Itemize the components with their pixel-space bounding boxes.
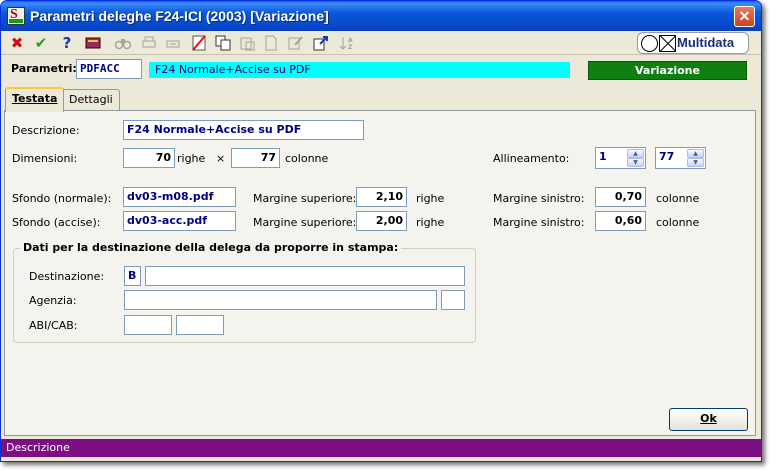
colonne-label: colonne (656, 216, 700, 229)
logo-text: Multidata (677, 35, 735, 50)
margine-superiore-label: Margine superiore: (253, 216, 357, 229)
margine-superiore-label: Margine superiore: (253, 192, 357, 205)
binoculars-icon[interactable] (113, 33, 133, 53)
tab-dettagli[interactable]: Dettagli (62, 89, 120, 111)
parametri-description: F24 Normale+Accise su PDF (149, 62, 570, 78)
allineamento-spinner-2[interactable]: 77 ▲ ▼ (655, 147, 706, 169)
margine-superiore-accise-field[interactable]: 2,00 (356, 211, 407, 231)
abicab-label: ABI/CAB: (29, 319, 78, 332)
copy-icon[interactable] (213, 33, 233, 53)
allineamento-1-value: 1 (599, 150, 607, 163)
export-icon[interactable] (311, 33, 331, 53)
tab-testata[interactable]: Testata (5, 87, 65, 112)
abi-field[interactable] (124, 315, 172, 335)
ok-button[interactable]: Ok (669, 408, 748, 431)
allineamento-spinner-1[interactable]: 1 ▲ ▼ (595, 147, 646, 169)
destinazione-code-field[interactable]: B (124, 266, 141, 286)
print-icon[interactable] (139, 33, 159, 53)
title-bar: S Parametri deleghe F24-ICI (2003) [Vari… (1, 1, 761, 31)
righe-field[interactable]: 70 (123, 148, 175, 168)
spin-up-icon[interactable]: ▲ (627, 149, 644, 158)
spin-up-icon[interactable]: ▲ (687, 149, 704, 158)
delete-icon[interactable] (189, 33, 209, 53)
status-bar: Descrizione (1, 439, 761, 457)
colonne-unit: colonne (285, 152, 329, 165)
righe-label: righe (416, 216, 445, 229)
ok-button-label: Ok (700, 412, 717, 425)
close-button[interactable]: ✕ (734, 6, 755, 27)
descrizione-field[interactable]: F24 Normale+Accise su PDF (123, 120, 364, 140)
destinazione-group-title: Dati per la destinazione della delega da… (20, 241, 402, 254)
multidata-logo: Multidata (637, 32, 749, 54)
help-icon[interactable]: ? (57, 33, 77, 53)
tab-dettagli-label: Dettagli (69, 93, 113, 106)
spin-down-icon[interactable]: ▼ (687, 158, 704, 167)
allineamento-2-value: 77 (659, 150, 675, 163)
main-window: S Parametri deleghe F24-ICI (2003) [Vari… (0, 0, 762, 462)
svg-text:Z: Z (348, 44, 353, 51)
colonne-label: colonne (656, 192, 700, 205)
sfondo-normale-field[interactable]: dv03-m08.pdf (123, 187, 236, 207)
crossed-box-icon (659, 35, 676, 52)
parameters-row: Parametri: PDFACC F24 Normale+Accise su … (1, 57, 761, 83)
paste-icon[interactable] (237, 33, 257, 53)
sfondo-accise-label: Sfondo (accise): (12, 216, 101, 229)
cancel-icon[interactable]: ✖ (7, 33, 27, 53)
parametri-code-field[interactable]: PDFACC (76, 59, 142, 79)
margine-sinistro-accise-field[interactable]: 0,60 (595, 211, 646, 231)
sfondo-accise-field[interactable]: dv03-acc.pdf (123, 211, 236, 231)
spin-down-icon[interactable]: ▼ (627, 158, 644, 167)
times-sign: × (216, 152, 226, 165)
righe-unit: righe (177, 152, 206, 165)
new-document-icon[interactable] (261, 33, 281, 53)
confirm-icon[interactable]: ✔ (31, 33, 51, 53)
margine-sinistro-label: Margine sinistro: (493, 192, 585, 205)
destinazione-field[interactable] (145, 266, 465, 286)
tab-testata-label: Testata (12, 92, 58, 105)
testata-panel: Descrizione: F24 Normale+Accise su PDF D… (4, 110, 756, 436)
cab-field[interactable] (176, 315, 224, 335)
print-preview-icon[interactable] (163, 33, 183, 53)
circle-icon (641, 35, 658, 52)
edit-icon[interactable] (285, 33, 305, 53)
toolbar: ✖ ✔ ? AZ Multidata (1, 31, 761, 55)
margine-sinistro-normale-field[interactable]: 0,70 (595, 187, 646, 207)
margine-sinistro-label: Margine sinistro: (493, 216, 585, 229)
mode-status-badge: Variazione (588, 61, 747, 80)
svg-text:A: A (348, 37, 353, 44)
dimensioni-label: Dimensioni: (12, 152, 78, 165)
book-icon[interactable] (83, 33, 103, 53)
allineamento-label: Allineamento: (493, 152, 570, 165)
agenzia-label: Agenzia: (29, 294, 77, 307)
descrizione-label: Descrizione: (12, 124, 80, 137)
tab-strip: Testata Dettagli (1, 87, 761, 112)
sfondo-normale-label: Sfondo (normale): (12, 192, 112, 205)
destinazione-groupbox: Dati per la destinazione della delega da… (13, 241, 476, 343)
righe-label: righe (416, 192, 445, 205)
agenzia-extra-field[interactable] (441, 290, 465, 310)
destinazione-label: Destinazione: (29, 270, 105, 283)
margine-superiore-normale-field[interactable]: 2,10 (356, 187, 407, 207)
window-title: Parametri deleghe F24-ICI (2003) [Variaz… (30, 8, 329, 24)
parametri-label: Parametri: (11, 62, 77, 75)
sort-icon[interactable]: AZ (337, 33, 357, 53)
colonne-field[interactable]: 77 (231, 148, 280, 168)
agenzia-field[interactable] (124, 290, 437, 310)
app-icon: S (7, 7, 25, 25)
